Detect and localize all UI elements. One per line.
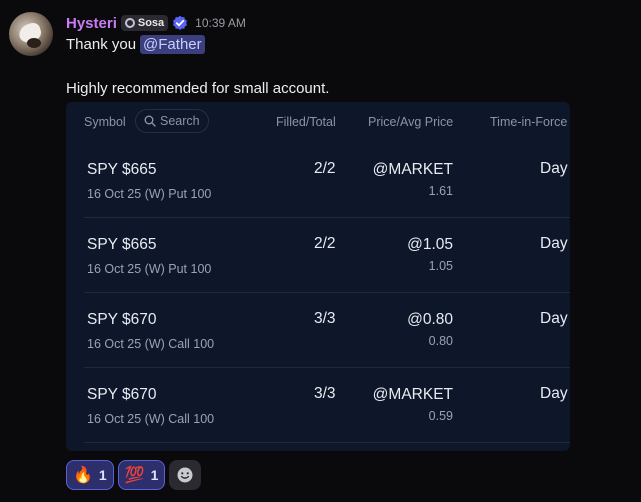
table-row[interactable]: SPY $670 16 Oct 25 (W) Call 100 3/3 @0.8… xyxy=(84,292,570,368)
message-line-1: Thank you @Father xyxy=(66,35,205,54)
row-time-in-force: Day xyxy=(540,160,568,177)
header-filled-total: Filled/Total xyxy=(276,115,336,129)
reaction-fire[interactable]: 🔥 1 xyxy=(66,460,114,490)
row-symbol: SPY $670 xyxy=(87,386,157,403)
row-avg-price: 0.80 xyxy=(428,334,453,348)
message-header: Hysteri Sosa 10:39 AM xyxy=(66,14,246,32)
table-header: Symbol Search Filled/Total Price/Avg Pri… xyxy=(66,102,570,142)
reaction-count: 1 xyxy=(150,467,159,483)
row-price: @MARKET xyxy=(372,161,453,178)
message-line-2: Highly recommended for small account. xyxy=(66,80,330,97)
reactions-bar: 🔥 1 💯 1 xyxy=(66,460,202,490)
row-time-in-force: Day xyxy=(540,235,568,252)
row-price: @0.80 xyxy=(407,311,453,328)
row-avg-price: 1.05 xyxy=(428,259,453,273)
table-row[interactable]: SPY $665 16 Oct 25 (W) Put 100 2/2 @1.05… xyxy=(84,217,570,293)
message-text: Thank you xyxy=(66,36,137,53)
row-description: 16 Oct 25 (W) Call 100 xyxy=(87,412,215,426)
row-avg-price: 0.59 xyxy=(428,409,453,423)
row-symbol: SPY $670 xyxy=(87,311,157,328)
row-filled: 2/2 xyxy=(314,160,336,177)
user-mention[interactable]: @Father xyxy=(140,35,205,54)
row-description: 16 Oct 25 (W) Call 100 xyxy=(87,337,215,351)
header-time-in-force: Time-in-Force xyxy=(490,115,568,129)
row-filled: 3/3 xyxy=(314,310,336,327)
row-price: @MARKET xyxy=(372,386,453,403)
smiley-icon xyxy=(177,467,193,483)
row-filled: 3/3 xyxy=(314,385,336,402)
verified-badge-icon xyxy=(173,15,188,30)
message-timestamp[interactable]: 10:39 AM xyxy=(195,16,246,30)
role-icon xyxy=(124,18,135,28)
row-time-in-force: Day xyxy=(540,385,568,402)
row-symbol: SPY $665 xyxy=(87,236,157,253)
row-symbol: SPY $665 xyxy=(87,161,157,178)
fire-icon: 🔥 xyxy=(73,467,93,484)
table-row[interactable]: SPY $665 16 Oct 25 (W) Put 100 2/2 @MARK… xyxy=(84,142,570,218)
table-row[interactable]: SPY $670 16 Oct 25 (W) Call 100 3/3 @MAR… xyxy=(84,367,570,443)
orders-screenshot-card[interactable]: Symbol Search Filled/Total Price/Avg Pri… xyxy=(66,102,570,451)
search-placeholder: Search xyxy=(160,114,200,128)
header-price-avg: Price/Avg Price xyxy=(368,115,454,129)
user-avatar[interactable] xyxy=(9,12,53,56)
row-price: @1.05 xyxy=(407,236,453,253)
row-filled: 2/2 xyxy=(314,235,336,252)
search-input[interactable]: Search xyxy=(135,109,209,133)
username[interactable]: Hysteri xyxy=(66,15,117,32)
header-symbol: Symbol xyxy=(84,115,126,129)
role-tag[interactable]: Sosa xyxy=(120,15,169,31)
add-reaction-button[interactable] xyxy=(169,460,202,490)
reaction-count: 1 xyxy=(98,467,107,483)
search-icon xyxy=(144,115,156,127)
row-description: 16 Oct 25 (W) Put 100 xyxy=(87,187,212,201)
reaction-hundred[interactable]: 💯 1 xyxy=(117,460,166,490)
row-time-in-force: Day xyxy=(540,310,568,327)
hundred-points-icon: 💯 xyxy=(124,467,145,484)
row-avg-price: 1.61 xyxy=(428,184,453,198)
row-description: 16 Oct 25 (W) Put 100 xyxy=(87,262,212,276)
role-tag-label: Sosa xyxy=(137,17,165,29)
